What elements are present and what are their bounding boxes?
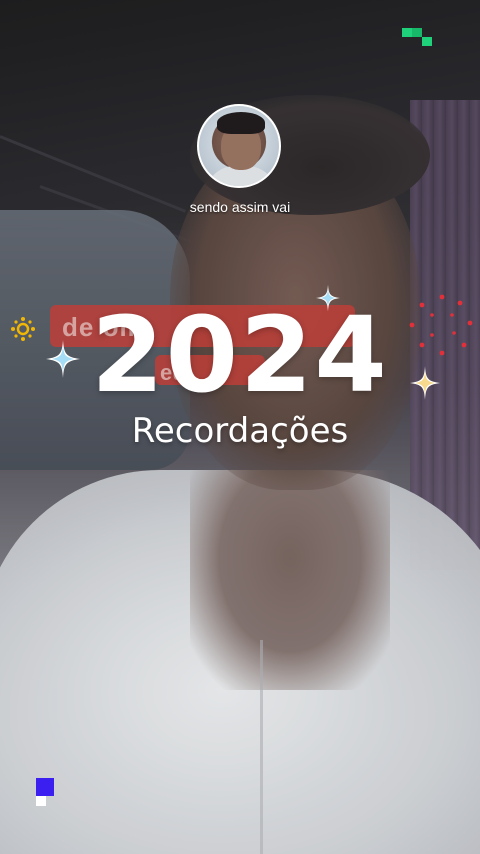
star-sparkle-icon <box>46 340 80 378</box>
avatar[interactable] <box>197 104 281 188</box>
star-sparkle-icon <box>410 366 440 400</box>
avatar-hair <box>217 112 265 134</box>
firework-icon <box>409 294 473 356</box>
sun-sparkle-icon <box>11 317 35 341</box>
pixel-decoration-icon <box>36 778 54 806</box>
story-screen[interactable]: de om eu sendo assim vai 2024 Recordaçõe… <box>0 0 480 854</box>
username[interactable]: sendo assim vai <box>0 199 480 215</box>
pixel-logo-icon <box>402 28 432 46</box>
background-collar <box>260 640 343 854</box>
subtitle: Recordações <box>131 411 349 451</box>
star-sparkle-icon <box>316 284 340 312</box>
